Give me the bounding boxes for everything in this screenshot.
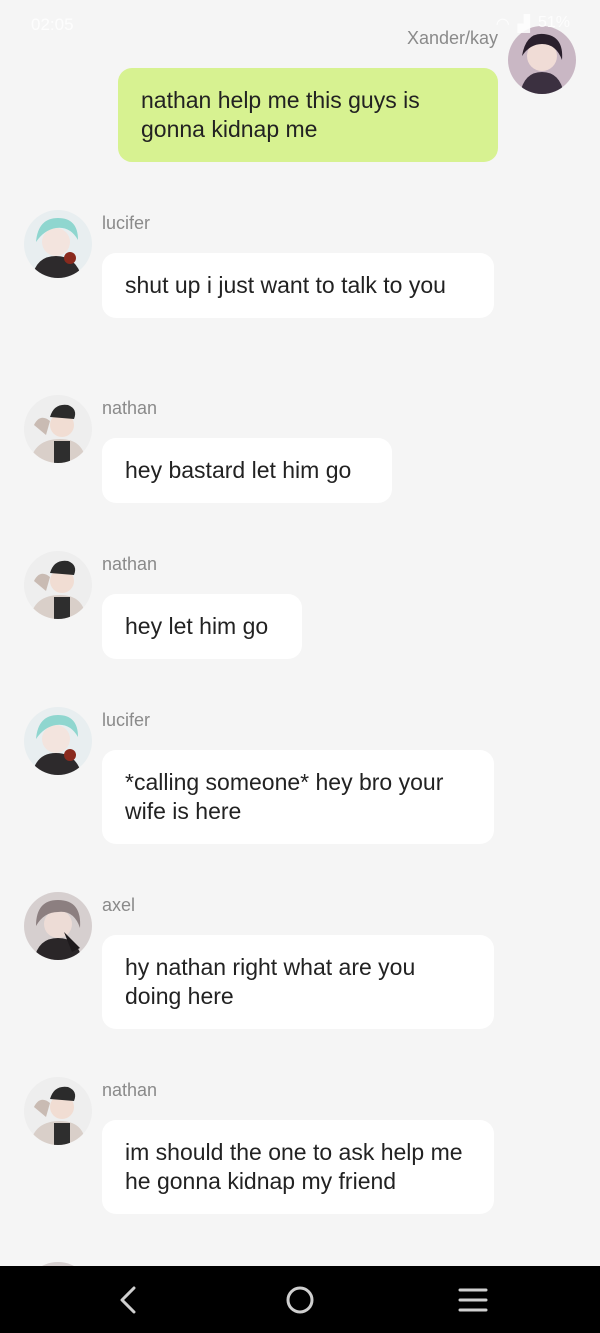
message-bubble[interactable]: hey bastard let him go	[102, 438, 392, 503]
avatar[interactable]	[24, 551, 92, 619]
sender-name: lucifer	[102, 710, 151, 730]
status-icons: ◠ ▟ 51%	[496, 14, 570, 34]
wifi-icon: ◠	[495, 16, 510, 33]
message-bubble[interactable]: nathan help me this guys is gonna kidnap…	[118, 68, 498, 162]
home-button[interactable]	[280, 1282, 320, 1318]
chat-area: Xander/kay nathan help me this guys is g…	[0, 0, 600, 1266]
axel-avatar-icon	[24, 892, 92, 960]
avatar[interactable]	[24, 210, 92, 278]
nathan-avatar-icon	[24, 395, 92, 463]
sender-name: nathan	[102, 398, 158, 418]
menu-icon	[458, 1288, 488, 1312]
sender-name: axel	[102, 895, 136, 915]
back-icon	[120, 1286, 136, 1314]
message-bubble[interactable]: hy nathan right what are you doing here	[102, 935, 494, 1029]
lucifer-avatar-icon	[24, 210, 92, 278]
avatar[interactable]	[24, 395, 92, 463]
avatar[interactable]	[24, 707, 92, 775]
sender-name: nathan	[102, 1080, 158, 1100]
nathan-avatar-icon	[24, 1077, 92, 1145]
message-bubble[interactable]: hey let him go	[102, 594, 302, 659]
status-bar: 02:05 ◠ ▟ 51%	[0, 0, 600, 50]
status-time: 02:05	[31, 15, 74, 34]
lucifer-avatar-icon	[24, 707, 92, 775]
battery-text: 51%	[537, 14, 570, 31]
navigation-bar	[0, 1266, 600, 1333]
message-bubble[interactable]: im should the one to ask help me he gonn…	[102, 1120, 494, 1214]
message-bubble[interactable]: *calling someone* hey bro your wife is h…	[102, 750, 494, 844]
sender-name: lucifer	[102, 213, 151, 233]
message-bubble[interactable]: shut up i just want to talk to you	[102, 253, 494, 318]
sender-name: nathan	[102, 554, 158, 574]
menu-button[interactable]	[453, 1282, 493, 1318]
nathan-avatar-icon	[24, 551, 92, 619]
avatar[interactable]	[24, 892, 92, 960]
avatar[interactable]	[24, 1077, 92, 1145]
back-button[interactable]	[108, 1282, 148, 1318]
signal-icon: ▟	[517, 16, 530, 33]
home-icon	[286, 1286, 314, 1314]
